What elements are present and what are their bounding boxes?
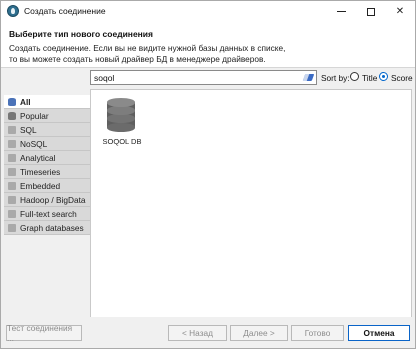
sort-by-label: Sort by: xyxy=(321,73,350,83)
category-item-graph[interactable]: Graph databases xyxy=(4,221,90,235)
sort-score-label[interactable]: Score xyxy=(391,73,413,83)
close-icon: ✕ xyxy=(395,6,405,17)
folder-icon xyxy=(8,195,16,204)
header-description-line-2: то вы можете создать новый драйвер БД в … xyxy=(9,54,266,64)
sort-title-label[interactable]: Title xyxy=(362,73,377,83)
folder-icon xyxy=(8,153,16,162)
database-icon xyxy=(8,97,16,106)
create-connection-dialog: Создать соединение ✕ Выберите тип нового… xyxy=(0,0,416,349)
category-label: Embedded xyxy=(20,180,61,191)
database-icon xyxy=(107,98,135,132)
category-label: All xyxy=(20,96,31,107)
category-item-hadoop[interactable]: Hadoop / BigData xyxy=(4,193,90,207)
category-list: All Popular SQL NoSQL Analytical Timeser… xyxy=(4,95,90,235)
category-label: NoSQL xyxy=(20,138,48,149)
search-box[interactable] xyxy=(90,70,317,85)
cylinder-ring xyxy=(107,114,135,123)
category-label: Timeseries xyxy=(20,166,61,177)
category-item-embedded[interactable]: Embedded xyxy=(4,179,90,193)
category-item-fulltext[interactable]: Full-text search xyxy=(4,207,90,221)
category-label: Full-text search xyxy=(20,208,77,219)
folder-icon xyxy=(8,223,16,232)
close-button[interactable]: ✕ xyxy=(385,1,415,22)
title-bar: Создать соединение ✕ xyxy=(1,1,415,22)
sort-title-radio[interactable] xyxy=(350,72,359,81)
driver-selection-area: Sort by: Title Score All Popular SQL NoS… xyxy=(1,67,415,318)
minimize-icon xyxy=(336,11,346,12)
database-icon xyxy=(8,111,16,120)
window-title: Создать соединение xyxy=(24,6,106,16)
category-item-popular[interactable]: Popular xyxy=(4,109,90,123)
eraser-icon[interactable] xyxy=(302,74,315,81)
dialog-header: Выберите тип нового соединения Создать с… xyxy=(1,22,415,67)
category-label: SQL xyxy=(20,124,37,135)
test-connection-button[interactable]: Тест соединения ... xyxy=(6,323,82,343)
finish-button[interactable]: Готово xyxy=(291,325,344,341)
category-item-sql[interactable]: SQL xyxy=(4,123,90,137)
next-button[interactable]: Далее > xyxy=(230,325,288,341)
category-label: Graph databases xyxy=(20,222,84,233)
dialog-footer: Тест соединения ... < Назад Далее > Гото… xyxy=(1,317,415,348)
search-input[interactable] xyxy=(91,71,301,84)
folder-icon xyxy=(8,167,16,176)
category-label: Popular xyxy=(20,110,49,121)
category-item-analytical[interactable]: Analytical xyxy=(4,151,90,165)
sort-score-radio[interactable] xyxy=(379,72,388,81)
folder-icon xyxy=(8,209,16,218)
maximize-icon xyxy=(367,7,375,16)
cylinder-bottom xyxy=(107,123,135,132)
driver-panel: SOQOL DB xyxy=(90,89,412,318)
app-logo-icon xyxy=(7,5,19,17)
cancel-button[interactable]: Отмена xyxy=(348,325,410,341)
category-item-nosql[interactable]: NoSQL xyxy=(4,137,90,151)
category-item-all[interactable]: All xyxy=(4,95,90,109)
cylinder-ring xyxy=(107,106,135,115)
folder-icon xyxy=(8,125,16,134)
folder-icon xyxy=(8,181,16,190)
driver-tile-soqol-db[interactable]: SOQOL DB xyxy=(100,98,144,150)
back-button[interactable]: < Назад xyxy=(168,325,227,341)
minimize-button[interactable] xyxy=(326,1,356,22)
category-label: Analytical xyxy=(20,152,56,163)
cylinder-top xyxy=(107,98,135,107)
header-description-line-1: Создать соединение. Если вы не видите ну… xyxy=(9,43,286,53)
category-item-timeseries[interactable]: Timeseries xyxy=(4,165,90,179)
maximize-button[interactable] xyxy=(356,1,386,22)
driver-label: SOQOL DB xyxy=(102,137,142,146)
folder-icon xyxy=(8,139,16,148)
category-label: Hadoop / BigData xyxy=(20,194,86,205)
page-title: Выберите тип нового соединения xyxy=(9,29,153,39)
